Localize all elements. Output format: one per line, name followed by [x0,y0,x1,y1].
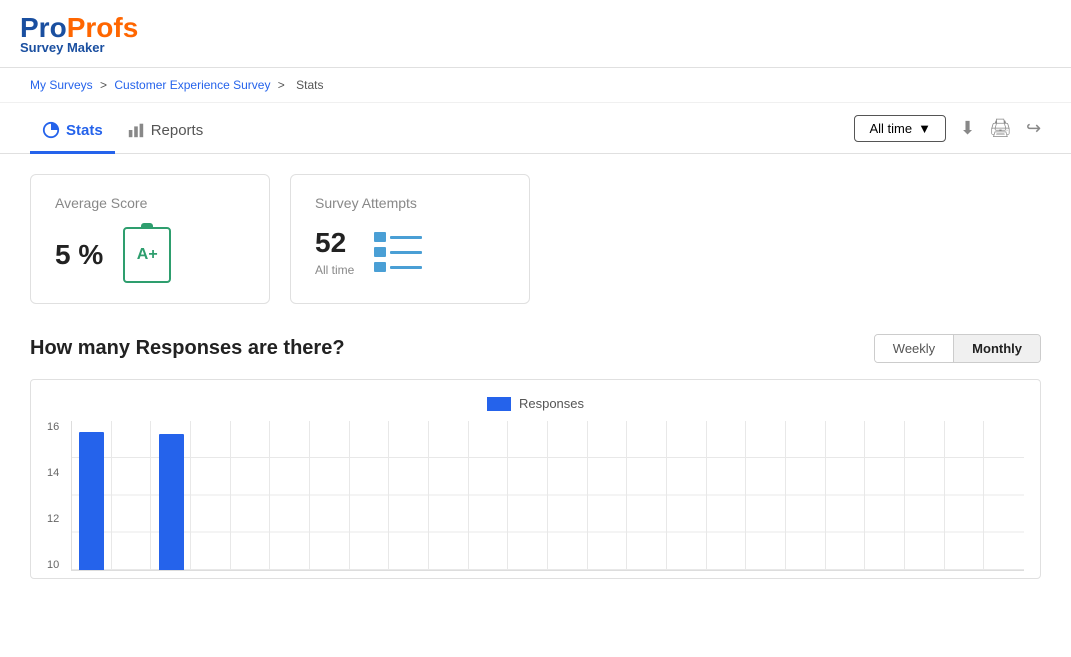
breadcrumb-survey-name[interactable]: Customer Experience Survey [114,78,270,92]
bar-col-20 [865,421,905,570]
grade-label: A+ [137,246,158,264]
bar-col-16 [707,421,747,570]
bar-col-10 [469,421,509,570]
time-filter-button[interactable]: All time ▼ [854,115,946,142]
average-score-body: 5 % A+ [55,227,245,283]
bar-col-17 [746,421,786,570]
survey-attempts-body: 52 All time [315,227,505,277]
bar-col-4 [231,421,271,570]
pie-chart-icon [42,121,60,139]
share-icon[interactable]: ↩ [1026,118,1041,139]
bar-col-3 [191,421,231,570]
bar-col-13 [588,421,628,570]
header: ProProfs Survey Maker [0,0,1071,68]
weekly-toggle-button[interactable]: Weekly [875,335,954,362]
bar-col-7 [350,421,390,570]
bar-2 [159,434,184,570]
download-icon[interactable]: ⬇ [960,118,975,139]
tab-reports-label: Reports [151,122,204,139]
toggle-group: Weekly Monthly [874,334,1041,363]
legend-label: Responses [519,396,584,411]
bar-col-2 [151,421,191,570]
list-icon [374,228,422,276]
breadcrumb-sep2: > [278,78,288,92]
breadcrumb: My Surveys > Customer Experience Survey … [0,68,1071,103]
y-label-14: 14 [47,467,63,479]
y-label-10: 10 [47,559,63,571]
bar-col-1 [112,421,152,570]
chart-title: How many Responses are there? [30,337,345,360]
logo-pro: Pro [20,12,67,43]
chart-section: How many Responses are there? Weekly Mon… [0,324,1071,599]
chart-container: Responses 10 12 14 16 [30,379,1041,579]
monthly-toggle-button[interactable]: Monthly [954,335,1040,362]
bar-col-9 [429,421,469,570]
chart-bars [71,421,1024,571]
logo-profs: Profs [67,12,139,43]
bar-col-18 [786,421,826,570]
average-score-card: Average Score 5 % A+ [30,174,270,304]
tab-stats-label: Stats [66,122,103,139]
bar-chart-icon [127,121,145,139]
logo: ProProfs Survey Maker [20,12,138,55]
y-axis: 10 12 14 16 [47,421,71,571]
bar-col-12 [548,421,588,570]
grade-icon: A+ [123,227,171,283]
y-label-12: 12 [47,513,63,525]
average-score-title: Average Score [55,195,245,211]
tab-reports[interactable]: Reports [115,113,216,154]
survey-attempts-title: Survey Attempts [315,195,505,211]
bar-col-19 [826,421,866,570]
chart-legend: Responses [47,396,1024,411]
bar-col-8 [389,421,429,570]
bar-col-23 [984,421,1024,570]
bar-col-6 [310,421,350,570]
bar-col-5 [270,421,310,570]
cards-row: Average Score 5 % A+ Survey Attempts 52 … [0,154,1071,324]
time-filter-label: All time [869,121,912,136]
tabs-bar: Stats Reports All time ▼ ⬇ 🖨 ↩ [0,103,1071,154]
bar-col-21 [905,421,945,570]
y-label-16: 16 [47,421,63,433]
bar-col-11 [508,421,548,570]
breadcrumb-sep1: > [100,78,110,92]
average-score-value: 5 % [55,239,103,271]
bar-col-14 [627,421,667,570]
chart-header: How many Responses are there? Weekly Mon… [30,334,1041,363]
dropdown-arrow-icon: ▼ [918,121,931,136]
bar-col-22 [945,421,985,570]
print-icon[interactable]: 🖨 [989,118,1012,139]
survey-attempts-card: Survey Attempts 52 All time [290,174,530,304]
breadcrumb-my-surveys[interactable]: My Surveys [30,78,93,92]
bar-0 [79,432,104,570]
breadcrumb-current: Stats [296,78,323,92]
survey-attempts-value: 52 [315,227,354,259]
bar-col-0 [72,421,112,570]
bar-col-15 [667,421,707,570]
toolbar-right: All time ▼ ⬇ 🖨 ↩ [854,115,1041,152]
chart-inner: 10 12 14 16 [47,421,1024,571]
tab-stats[interactable]: Stats [30,113,115,154]
survey-attempts-sub: All time [315,263,354,277]
legend-color-swatch [487,397,511,411]
